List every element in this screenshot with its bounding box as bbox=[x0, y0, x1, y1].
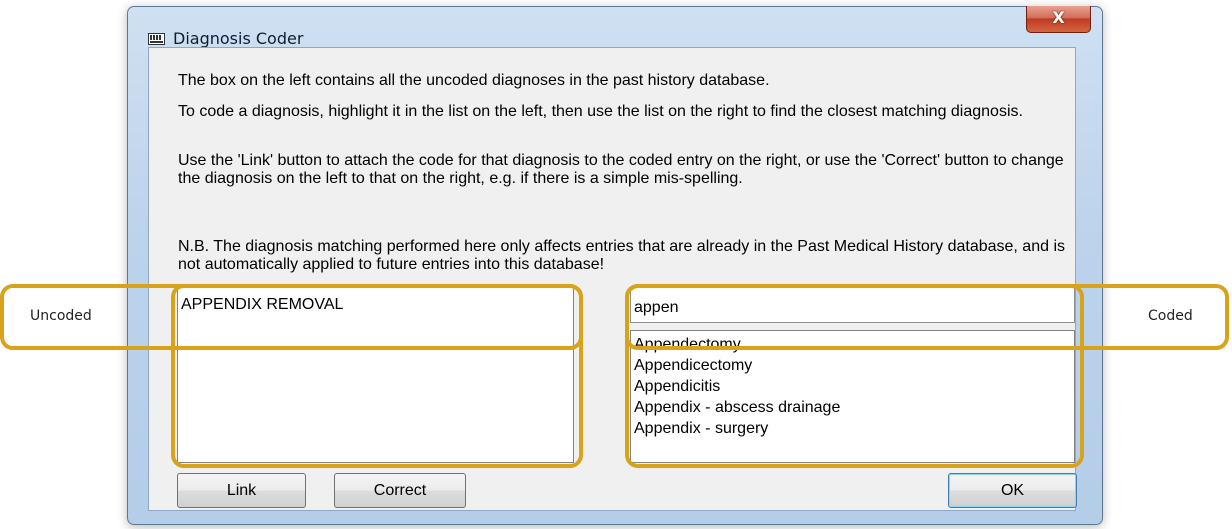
diagnosis-search-input[interactable] bbox=[630, 287, 1075, 323]
coded-callout-label: Coded bbox=[1148, 308, 1193, 324]
window-title: Diagnosis Coder bbox=[173, 29, 304, 48]
coded-diagnosis-list[interactable]: Appendectomy Appendicectomy Appendicitis… bbox=[630, 330, 1075, 463]
ok-button[interactable]: OK bbox=[948, 473, 1077, 508]
instruction-link-correct: Use the 'Link' button to attach the code… bbox=[178, 152, 1064, 187]
instruction-code-diagnosis: To code a diagnosis, highlight it in the… bbox=[178, 103, 1023, 120]
instruction-note: N.B. The diagnosis matching performed he… bbox=[178, 238, 1065, 273]
uncoded-diagnosis-list[interactable]: APPENDIX REMOVAL bbox=[177, 287, 574, 463]
list-item[interactable]: Appendix - abscess drainage bbox=[631, 397, 1074, 418]
link-button[interactable]: Link bbox=[177, 473, 306, 508]
list-item[interactable]: Appendicectomy bbox=[631, 355, 1074, 376]
close-icon: X bbox=[1052, 8, 1065, 27]
title-bar[interactable]: Diagnosis Coder X bbox=[128, 6, 1102, 48]
app-icon bbox=[148, 33, 165, 45]
list-item[interactable]: Appendectomy bbox=[631, 334, 1074, 355]
uncoded-callout-label: Uncoded bbox=[30, 308, 92, 324]
list-item[interactable]: Appendix - surgery bbox=[631, 418, 1074, 439]
close-button[interactable]: X bbox=[1026, 6, 1091, 33]
list-item[interactable]: APPENDIX REMOVAL bbox=[178, 288, 573, 315]
list-item[interactable]: Appendicitis bbox=[631, 376, 1074, 397]
instruction-uncoded-box: The box on the left contains all the unc… bbox=[178, 72, 770, 89]
correct-button[interactable]: Correct bbox=[334, 473, 466, 508]
